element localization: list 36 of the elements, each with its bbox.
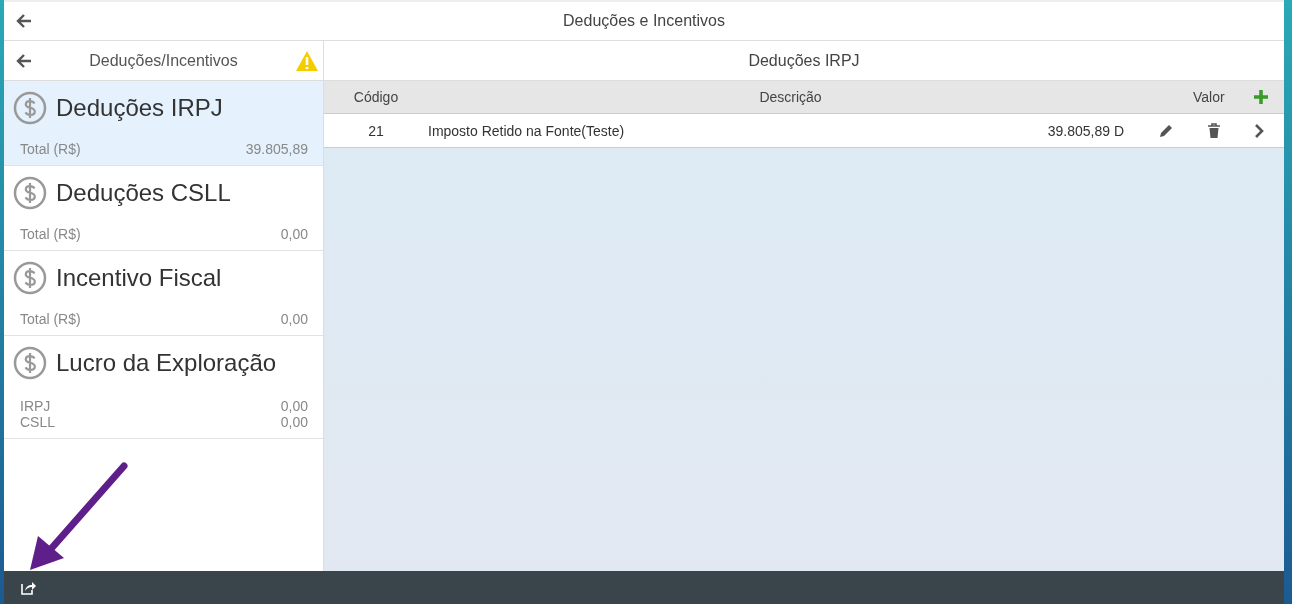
item-label: IRPJ	[20, 398, 51, 414]
table-cell-text: Imposto Retido na Fonte(Teste)	[428, 122, 626, 139]
item-title: Deduções IRPJ	[56, 94, 223, 122]
item-value: 0,00	[280, 226, 308, 242]
item-title: Lucro da Exploração	[56, 349, 277, 377]
table-cell: 39.805,89 D	[1047, 122, 1124, 139]
column-header: Descrição	[758, 89, 823, 105]
table-row[interactable]: 21 Imposto Retido na Fonte(Teste) 39.805,89 D	[324, 114, 1284, 148]
item-label: Total (R$)	[20, 311, 81, 327]
detail-title: Deduções IRPJ	[748, 51, 860, 70]
item-value: 39.805,89	[245, 141, 308, 157]
page-title: Deduções e Incentivos	[563, 12, 725, 30]
dollar-coin-icon	[13, 176, 47, 210]
dollar-coin-icon	[13, 91, 47, 125]
sidebar-item[interactable]: Deduções IRPJ Total (R$) 39.805,89	[4, 81, 323, 166]
chevron-right-icon[interactable]	[1254, 123, 1264, 138]
column-header: Código	[352, 89, 400, 105]
item-label: Total (R$)	[20, 141, 81, 157]
dollar-coin-icon	[13, 346, 47, 380]
item-value: 0,00	[280, 398, 308, 414]
sidebar-title: Deduções/Incentivos	[89, 51, 238, 70]
item-value: 0,00	[280, 311, 308, 327]
trash-icon[interactable]	[1206, 122, 1222, 139]
back-arrow-icon[interactable]	[16, 53, 32, 68]
item-title: Incentivo Fiscal	[56, 264, 222, 292]
share-icon[interactable]	[20, 579, 36, 596]
item-label: Total (R$)	[20, 226, 81, 242]
item-value: 0,00	[280, 414, 308, 430]
back-arrow-icon[interactable]	[16, 14, 32, 28]
table-cell-text: 21	[367, 122, 385, 139]
pencil-icon[interactable]	[1158, 122, 1174, 139]
column-header: Valor	[1193, 89, 1226, 105]
item-title: Deduções CSLL	[56, 179, 231, 207]
dollar-coin-icon	[13, 261, 47, 295]
item-label: CSLL	[20, 414, 56, 430]
add-icon[interactable]	[1253, 89, 1269, 105]
